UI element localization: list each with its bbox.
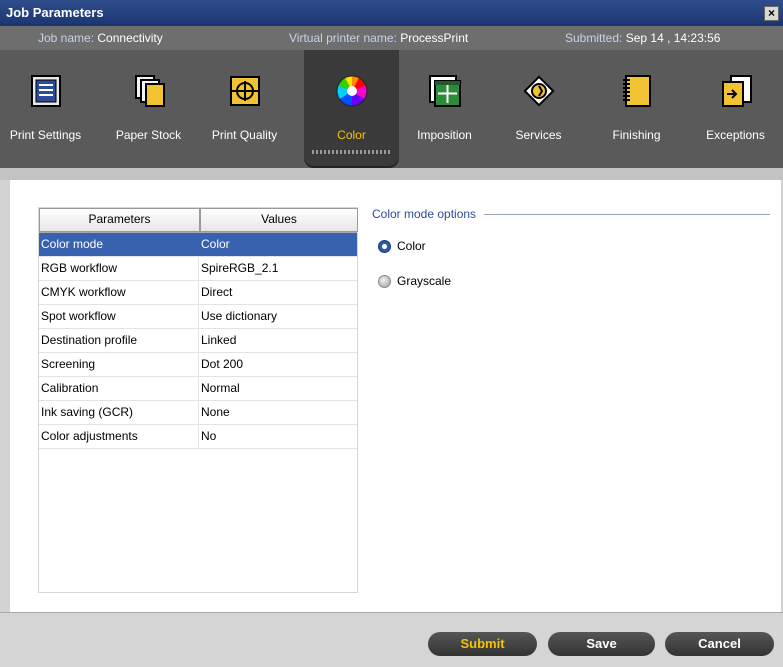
param-cell: Color adjustments: [39, 425, 199, 448]
tab-label: Exceptions: [706, 128, 765, 142]
tab-print-settings[interactable]: Print Settings: [0, 50, 93, 158]
value-cell: Dot 200: [201, 357, 244, 371]
submitted-label: Submitted:: [565, 31, 623, 45]
category-toolbar: Print Settings Paper Stock Print Quality: [0, 50, 783, 168]
value-cell: SpireRGB_2.1: [201, 261, 279, 275]
title-divider: [484, 213, 770, 215]
virtual-printer-label: Virtual printer name:: [289, 31, 397, 45]
value-cell: Direct: [201, 285, 233, 299]
toolbar-separator: [0, 168, 783, 180]
tab-label: Finishing: [612, 128, 661, 142]
close-button[interactable]: ×: [764, 6, 779, 21]
tab-services[interactable]: Services: [491, 50, 586, 158]
value-cell: Use dictionary: [201, 309, 278, 323]
tab-color[interactable]: Color: [304, 50, 399, 166]
job-name-label: Job name:: [38, 31, 95, 45]
parameters-table: Parameters Values Color mode Color RGB wo…: [38, 207, 358, 593]
print-quality-icon: [228, 74, 262, 108]
paper-stock-icon: [132, 74, 166, 108]
main-content: Parameters Values Color mode Color RGB wo…: [10, 180, 781, 612]
radio-checked-icon: [378, 239, 391, 253]
table-row[interactable]: Color mode Color: [39, 233, 357, 257]
window-title: Job Parameters: [6, 5, 104, 20]
param-cell: Ink saving (GCR): [39, 401, 199, 424]
color-mode-options: Color mode options Color Grayscale: [372, 207, 770, 288]
finishing-icon: [620, 74, 654, 108]
tab-finishing[interactable]: Finishing: [589, 50, 684, 158]
table-row[interactable]: RGB workflow SpireRGB_2.1: [39, 257, 357, 281]
submitted-value: Sep 14 , 14:23:56: [625, 31, 721, 45]
value-cell: Color: [201, 237, 230, 251]
services-icon: [522, 74, 556, 108]
value-cell: None: [201, 405, 230, 419]
radio-unchecked-icon: [378, 274, 391, 288]
exceptions-icon: [719, 74, 753, 108]
job-name-value: Connectivity: [97, 31, 163, 45]
param-cell: Screening: [39, 353, 199, 376]
table-row[interactable]: Screening Dot 200: [39, 353, 357, 377]
submitted-group: Submitted: Sep 14 , 14:23:56: [565, 31, 720, 45]
param-cell: RGB workflow: [39, 257, 199, 280]
table-row[interactable]: Destination profile Linked: [39, 329, 357, 353]
param-cell: CMYK workflow: [39, 281, 199, 304]
param-cell: Color mode: [39, 233, 199, 256]
tab-exceptions[interactable]: Exceptions: [688, 50, 783, 158]
tab-label: Paper Stock: [115, 128, 182, 142]
cancel-button[interactable]: Cancel: [665, 632, 774, 656]
job-name-group: Job name: Connectivity: [38, 31, 163, 45]
color-wheel-icon: [335, 74, 369, 108]
print-settings-icon: [29, 74, 63, 108]
radio-color[interactable]: Color: [378, 239, 770, 253]
column-header-values[interactable]: Values: [200, 208, 358, 232]
value-cell: Normal: [201, 381, 240, 395]
table-row[interactable]: Spot workflow Use dictionary: [39, 305, 357, 329]
table-row[interactable]: CMYK workflow Direct: [39, 281, 357, 305]
tab-label: Services: [515, 128, 562, 142]
param-cell: Spot workflow: [39, 305, 199, 328]
footer-bar: Submit Save Cancel: [0, 612, 783, 667]
job-info-bar: Job name: Connectivity Virtual printer n…: [0, 26, 783, 50]
value-cell: Linked: [201, 333, 237, 347]
value-cell: No: [201, 429, 217, 443]
tab-imposition[interactable]: Imposition: [397, 50, 492, 158]
tab-print-quality[interactable]: Print Quality: [197, 50, 292, 158]
tab-label: Print Quality: [211, 128, 278, 142]
options-title: Color mode options: [372, 207, 477, 221]
radio-label: Color: [397, 239, 426, 253]
tab-label: Imposition: [417, 128, 472, 142]
save-button[interactable]: Save: [548, 632, 655, 656]
tab-label: Print Settings: [9, 128, 82, 142]
tab-label: Color: [337, 128, 366, 142]
imposition-icon: [428, 74, 462, 108]
virtual-printer-value: ProcessPrint: [400, 31, 469, 45]
table-row[interactable]: Color adjustments No: [39, 425, 357, 449]
submit-button[interactable]: Submit: [428, 632, 537, 656]
table-row[interactable]: Ink saving (GCR) None: [39, 401, 357, 425]
param-cell: Calibration: [39, 377, 199, 400]
param-cell: Destination profile: [39, 329, 199, 352]
job-parameters-window: Job Parameters × Job name: Connectivity …: [0, 0, 783, 667]
column-header-parameters[interactable]: Parameters: [39, 208, 200, 232]
table-body: Color mode Color RGB workflow SpireRGB_2.1…: [39, 233, 357, 449]
radio-grayscale[interactable]: Grayscale: [378, 274, 770, 288]
virtual-printer-group: Virtual printer name: ProcessPrint: [289, 31, 468, 45]
options-group-title: Color mode options: [372, 207, 770, 221]
radio-label: Grayscale: [397, 274, 452, 288]
selection-indicator: [312, 150, 391, 154]
tab-paper-stock[interactable]: Paper Stock: [101, 50, 196, 158]
table-row[interactable]: Calibration Normal: [39, 377, 357, 401]
table-header: Parameters Values: [39, 208, 358, 233]
title-bar: Job Parameters ×: [0, 0, 783, 26]
